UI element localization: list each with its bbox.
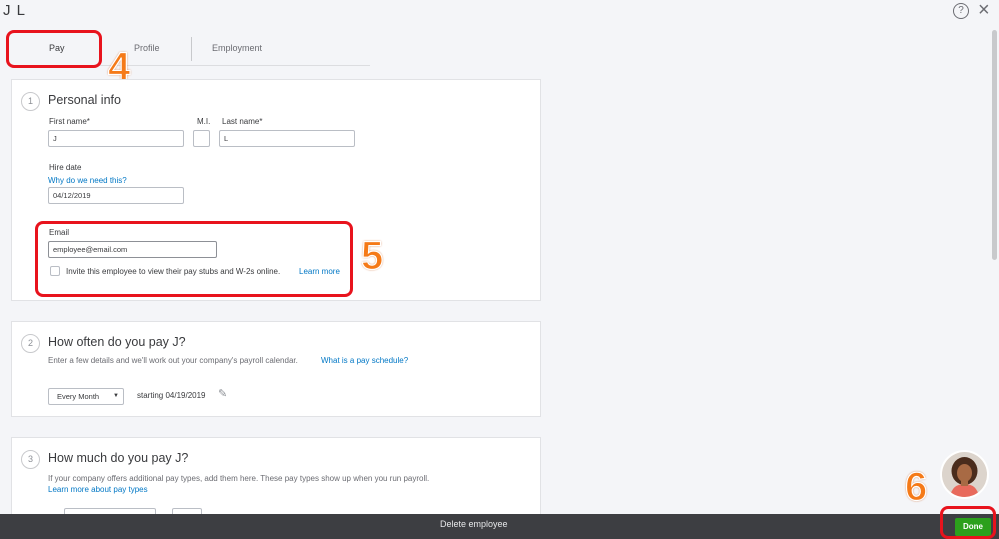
tab-profile[interactable]: Profile <box>134 43 160 53</box>
question-circle-icon[interactable]: ? <box>953 3 969 19</box>
top-bar <box>0 0 999 70</box>
pay-amount-description: If your company offers additional pay ty… <box>48 474 430 483</box>
step-number-1: 1 <box>21 92 40 111</box>
pay-schedule-help-link[interactable]: What is a pay schedule? <box>321 356 408 365</box>
assistant-avatar-icon[interactable] <box>942 452 987 497</box>
why-hire-date-link[interactable]: Why do we need this? <box>48 176 127 185</box>
close-icon[interactable]: × <box>978 0 990 20</box>
employee-name-title: J L <box>3 2 27 19</box>
middle-initial-field[interactable] <box>193 130 210 147</box>
annotation-box-done <box>940 506 996 539</box>
tab-separator <box>191 37 192 61</box>
pay-amount-heading: How much do you pay J? <box>48 451 189 465</box>
annotation-box-email <box>35 221 353 297</box>
annotation-box-pay-tab <box>6 30 102 68</box>
pay-schedule-heading: How often do you pay J? <box>48 335 186 349</box>
pay-frequency-dropdown[interactable]: Every Month ▼ <box>48 388 124 405</box>
scrollbar[interactable] <box>992 30 997 260</box>
first-name-label: First name* <box>49 117 90 126</box>
pay-schedule-description: Enter a few details and we'll work out y… <box>48 356 298 365</box>
pencil-icon[interactable]: ✎ <box>218 387 227 400</box>
pay-frequency-value: Every Month <box>57 392 100 401</box>
step-number-3: 3 <box>21 450 40 469</box>
hire-date-field[interactable]: 04/12/2019 <box>48 187 184 204</box>
annotation-number-6: 6 <box>904 465 928 509</box>
last-name-field[interactable]: L <box>219 130 355 147</box>
hire-date-label: Hire date <box>49 163 82 172</box>
pay-types-learn-more-link[interactable]: Learn more about pay types <box>48 485 148 494</box>
annotation-number-5: 5 <box>360 234 384 278</box>
middle-initial-label: M.I. <box>197 117 211 126</box>
tab-employment[interactable]: Employment <box>212 43 262 53</box>
personal-info-heading: Personal info <box>48 93 121 107</box>
pay-start-date: starting 04/19/2019 <box>137 391 206 400</box>
assistant-avatar-portrait <box>942 452 987 497</box>
caret-down-icon: ▼ <box>113 393 119 399</box>
last-name-label: Last name* <box>222 117 263 126</box>
delete-employee-button[interactable]: Delete employee <box>440 519 508 529</box>
first-name-field[interactable]: J <box>48 130 184 147</box>
step-number-2: 2 <box>21 334 40 353</box>
